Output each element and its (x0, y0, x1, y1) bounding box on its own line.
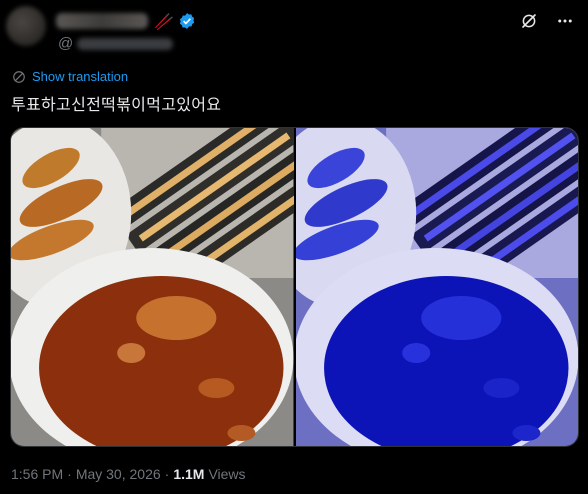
grok-icon[interactable] (520, 12, 538, 30)
tweet-date[interactable]: May 30, 2026 (76, 466, 161, 482)
tweet-text: 투표하고신전떡볶이먹고있어요 (11, 95, 222, 114)
show-translation-link[interactable]: Show translation (12, 69, 128, 84)
views-label: Views (208, 466, 246, 482)
meta-separator: · (67, 466, 72, 482)
tteokbokki-blue-filtered-photo[interactable] (295, 128, 579, 446)
verified-badge-icon (179, 13, 195, 29)
tweet-time[interactable]: 1:56 PM (11, 466, 63, 482)
meta-separator: · (164, 466, 170, 482)
more-options-icon[interactable] (556, 12, 574, 30)
tteokbokki-original-photo[interactable] (11, 128, 294, 446)
header-actions (520, 12, 574, 30)
name-emoji: 🥢 (154, 11, 174, 31)
avatar[interactable] (6, 6, 46, 46)
media-grid (10, 127, 579, 447)
author-name-row[interactable]: 🥢 (56, 10, 196, 32)
handle-at: @ (58, 35, 74, 52)
handle-redacted (77, 37, 174, 50)
author-name-redacted[interactable] (56, 13, 148, 29)
views-count[interactable]: 1.1M (173, 466, 204, 482)
author-handle[interactable]: @ (58, 35, 174, 52)
translate-globe-icon (13, 70, 25, 83)
tweet-meta: 1:56 PM · May 30, 2026 · 1.1M Views (11, 466, 246, 482)
show-translation-label: Show translation (32, 69, 129, 84)
